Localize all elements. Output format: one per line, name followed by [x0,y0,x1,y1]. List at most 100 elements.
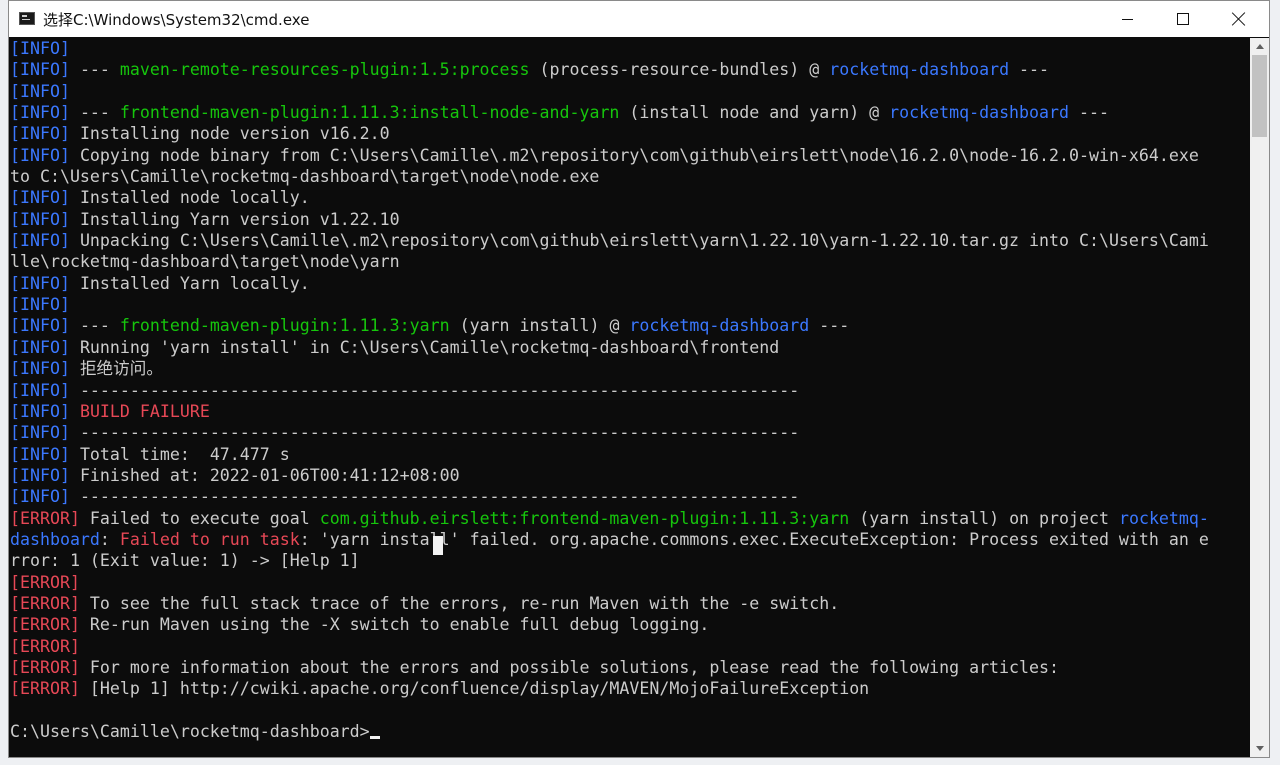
close-icon [1232,12,1246,26]
console-text: rocketmq- [1118,508,1209,528]
desktop-right-edge [1270,0,1280,765]
console-text: (process-resource-bundles) @ [529,60,830,80]
console-text: com.github.eirslett:frontend-maven-plugi… [319,508,850,528]
console-text: Installing Yarn version v1.22.10 [69,209,400,229]
console-text: ----------------------------------------… [69,380,800,400]
console-text: Re-run Maven using the -X switch to enab… [79,615,710,635]
console-line: lle\rocketmq-dashboard\target\node\yarn [10,251,1250,272]
log-level-info: [INFO] [10,487,70,507]
cmd-app-icon[interactable] [19,12,35,25]
desktop-bottom-edge [0,757,1280,765]
maximize-button[interactable] [1155,1,1211,37]
console-line: [INFO] --- frontend-maven-plugin:1.11.3:… [10,102,1250,123]
console-line: [INFO] Total time: 47.477 s [10,444,1250,465]
close-button[interactable] [1211,1,1267,37]
log-level-info: [INFO] [10,295,70,315]
console-output[interactable]: [INFO] [INFO] --- maven-remote-resources-… [9,38,1250,756]
console-line: [INFO] Copying node binary from C:\Users… [10,145,1250,166]
vertical-scrollbar[interactable] [1250,38,1269,757]
console-text: --- [69,103,120,123]
console-line: [INFO] BUILD FAILURE [10,401,1250,422]
title-bar[interactable]: 选择C:\Windows\System32\cmd.exe [9,1,1269,37]
console-line: [INFO] --- frontend-maven-plugin:1.11.3:… [10,315,1250,336]
console-line: [ERROR] [10,636,1250,657]
log-level-info: [INFO] [10,145,70,165]
console-text: 拒绝访问。 [69,359,163,379]
console-line: [ERROR] Re-run Maven using the -X switch… [10,614,1250,635]
console-text: --- [69,316,120,336]
prompt-cursor [369,736,380,739]
console-text: Finished at: 2022-01-06T00:41:12+08:00 [69,465,460,485]
arrow-down-icon [1255,746,1264,751]
minimize-icon [1121,18,1133,20]
log-level-info: [INFO] [10,337,70,357]
log-level-error: [ERROR] [10,593,80,613]
console-line: [INFO] ---------------------------------… [10,380,1250,401]
console-text: rocketmq-dashboard [829,60,1010,80]
console-text: To see the full stack trace of the error… [79,593,840,613]
console-text: --- [69,60,120,80]
scroll-down-button[interactable] [1250,740,1269,757]
console-text: to C:\Users\Camille\rocketmq-dashboard\t… [10,167,600,187]
console-line: [ERROR] [Help 1] http://cwiki.apache.org… [10,678,1250,699]
console-text: C:\Users\Camille\rocketmq-dashboard> [10,722,370,741]
log-level-info: [INFO] [10,316,70,336]
log-level-info: [INFO] [10,273,70,293]
console-text: [Help 1] http://cwiki.apache.org/conflue… [79,679,870,699]
log-level-info: [INFO] [10,39,70,58]
console-text: --- [1069,103,1109,123]
console-text: (install node and yarn) @ [619,103,890,123]
log-level-error: [ERROR] [10,679,80,699]
console-line: C:\Users\Camille\rocketmq-dashboard> [10,721,1250,742]
console-text: : [99,529,120,549]
text-cursor-block [433,536,443,555]
console-text: --- [809,316,850,336]
console-text: Running 'yarn install' in C:\Users\Camil… [69,337,780,357]
console-text: Copying node binary from C:\Users\Camill… [69,145,1199,165]
console-line: [INFO] [10,38,1250,59]
console-text: frontend-maven-plugin:1.11.3:yarn [119,316,450,336]
log-level-info: [INFO] [10,444,70,464]
console-text: ----------------------------------------… [69,423,800,443]
maximize-icon [1177,13,1189,25]
console-line: rror: 1 (Exit value: 1) -> [Help 1] [10,550,1250,571]
console-text: --- [1009,60,1050,80]
console-line: [INFO] [10,81,1250,102]
console-text: rocketmq-dashboard [629,316,810,336]
console-text: Total time: 47.477 s [69,444,290,464]
console-text: frontend-maven-plugin:1.11.3:install-nod… [119,103,620,123]
cmd-window: 选择C:\Windows\System32\cmd.exe [INFO] [INF… [8,0,1270,758]
log-level-error: BUILD FAILURE [79,401,210,421]
log-level-info: [INFO] [10,231,70,251]
log-level-error: [ERROR] [10,615,80,635]
console-text: maven-remote-resources-plugin:1.5:proces… [119,60,530,80]
console-text: rocketmq-dashboard [889,103,1069,123]
log-level-info: [INFO] [10,401,70,421]
console-line: [INFO] Installed Yarn locally. [10,273,1250,294]
scroll-thumb[interactable] [1252,55,1267,138]
log-level-info: [INFO] [10,124,70,144]
console-text: ----------------------------------------… [69,487,800,507]
log-level-info: [INFO] [10,465,70,485]
console-line: [INFO] [10,294,1250,315]
console-line: [INFO] Running 'yarn install' in C:\User… [10,337,1250,358]
scroll-track[interactable] [1250,55,1269,740]
console-text: Unpacking C:\Users\Camille\.m2\repositor… [69,231,1209,251]
console-line: [INFO] 拒绝访问。 [10,358,1250,379]
console-line: [INFO] Unpacking C:\Users\Camille\.m2\re… [10,230,1250,251]
log-level-info: [INFO] [10,380,70,400]
minimize-button[interactable] [1099,1,1155,37]
console-text: rror: 1 (Exit value: 1) -> [Help 1] [10,551,360,571]
console-text: Installed Yarn locally. [69,273,310,293]
console-line: to C:\Users\Camille\rocketmq-dashboard\t… [10,166,1250,187]
log-level-info: [INFO] [10,209,70,229]
scroll-up-button[interactable] [1250,38,1269,55]
log-level-info: [INFO] [10,60,70,80]
arrow-up-icon [1255,44,1264,49]
console-text: (yarn install) @ [449,316,630,336]
log-level-info: [INFO] [10,103,70,123]
log-level-info: [INFO] [10,359,70,379]
log-level-error: [ERROR] [10,508,80,528]
window-title: 选择C:\Windows\System32\cmd.exe [43,11,310,29]
